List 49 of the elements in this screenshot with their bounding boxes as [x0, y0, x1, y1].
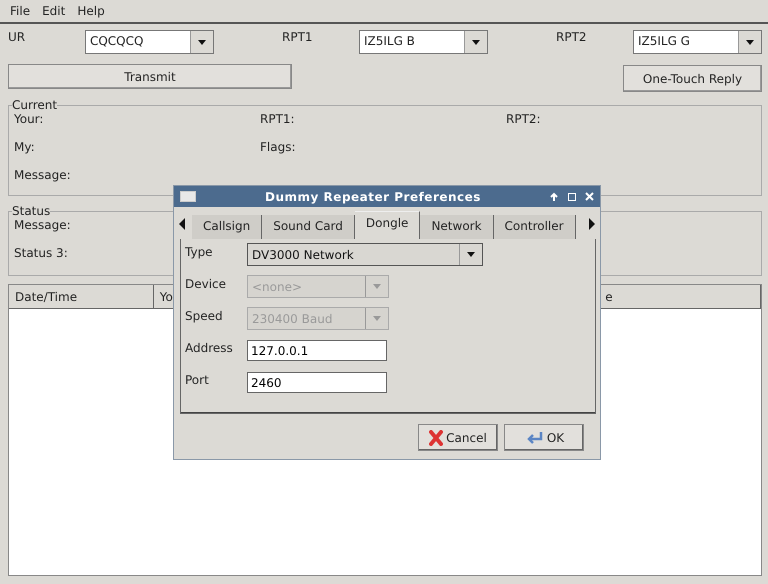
- cancel-button[interactable]: Cancel: [418, 424, 498, 451]
- field-label: Message:: [14, 218, 71, 232]
- one-touch-reply-button[interactable]: One-Touch Reply: [623, 65, 762, 92]
- column-header[interactable]: Date/Time: [9, 285, 154, 309]
- dropdown-arrow-icon: [372, 314, 382, 323]
- tab[interactable]: Network: [420, 215, 494, 239]
- dropdown-arrow-icon: [471, 38, 481, 46]
- dropdown-arrow-icon: [745, 38, 755, 46]
- tab[interactable]: Dongle: [354, 211, 420, 239]
- field-label: Flags:: [260, 140, 296, 154]
- tab[interactable]: Callsign: [192, 215, 262, 239]
- field-label: Your:: [14, 112, 44, 126]
- menu-item[interactable]: Help: [73, 4, 109, 18]
- field-label: My:: [14, 140, 35, 154]
- field-label: RPT2:: [506, 112, 541, 126]
- field-label: RPT1:: [260, 112, 295, 126]
- field-label: Type: [185, 244, 214, 261]
- dropdown[interactable]: DV3000 Network: [247, 243, 483, 266]
- field-label: UR: [8, 30, 26, 44]
- group-title: Status: [12, 204, 50, 218]
- field-label: Port: [185, 372, 210, 389]
- tab[interactable]: Sound Card: [262, 215, 355, 239]
- menu-item[interactable]: File: [6, 4, 34, 18]
- field-label: Device: [185, 276, 228, 293]
- transmit-button[interactable]: Transmit: [8, 64, 292, 89]
- field-label: Address: [185, 340, 234, 357]
- callsign-combo[interactable]: IZ5ILG B: [358, 30, 488, 54]
- dropdown-arrow-icon: [372, 282, 382, 291]
- dropdown-arrow-icon: [466, 250, 476, 259]
- group-title: Current: [12, 98, 58, 112]
- text-input[interactable]: 127.0.0.1: [247, 340, 387, 361]
- window-controls-icon[interactable]: [550, 192, 594, 202]
- field-label: RPT2: [556, 30, 588, 44]
- ok-button[interactable]: OK: [504, 424, 584, 451]
- tab[interactable]: Controller: [494, 215, 576, 239]
- menu-item[interactable]: Edit: [38, 4, 70, 18]
- field-label: Message:: [14, 168, 71, 182]
- field-label: Speed: [185, 308, 224, 325]
- field-label: RPT1: [282, 30, 314, 44]
- callsign-combo[interactable]: IZ5ILG G: [632, 30, 762, 54]
- dropdown-arrow-icon: [197, 38, 207, 46]
- window-icon: [180, 191, 196, 202]
- callsign-combo[interactable]: CQCQCQ: [84, 30, 214, 54]
- dialog-title: Dummy Repeater Preferences: [264, 190, 482, 204]
- field-label: Status 3:: [14, 246, 68, 260]
- scroll-right-icon: [588, 218, 596, 230]
- scroll-left-icon: [178, 218, 186, 230]
- cross-icon: [429, 430, 444, 446]
- text-input[interactable]: 2460: [247, 372, 387, 393]
